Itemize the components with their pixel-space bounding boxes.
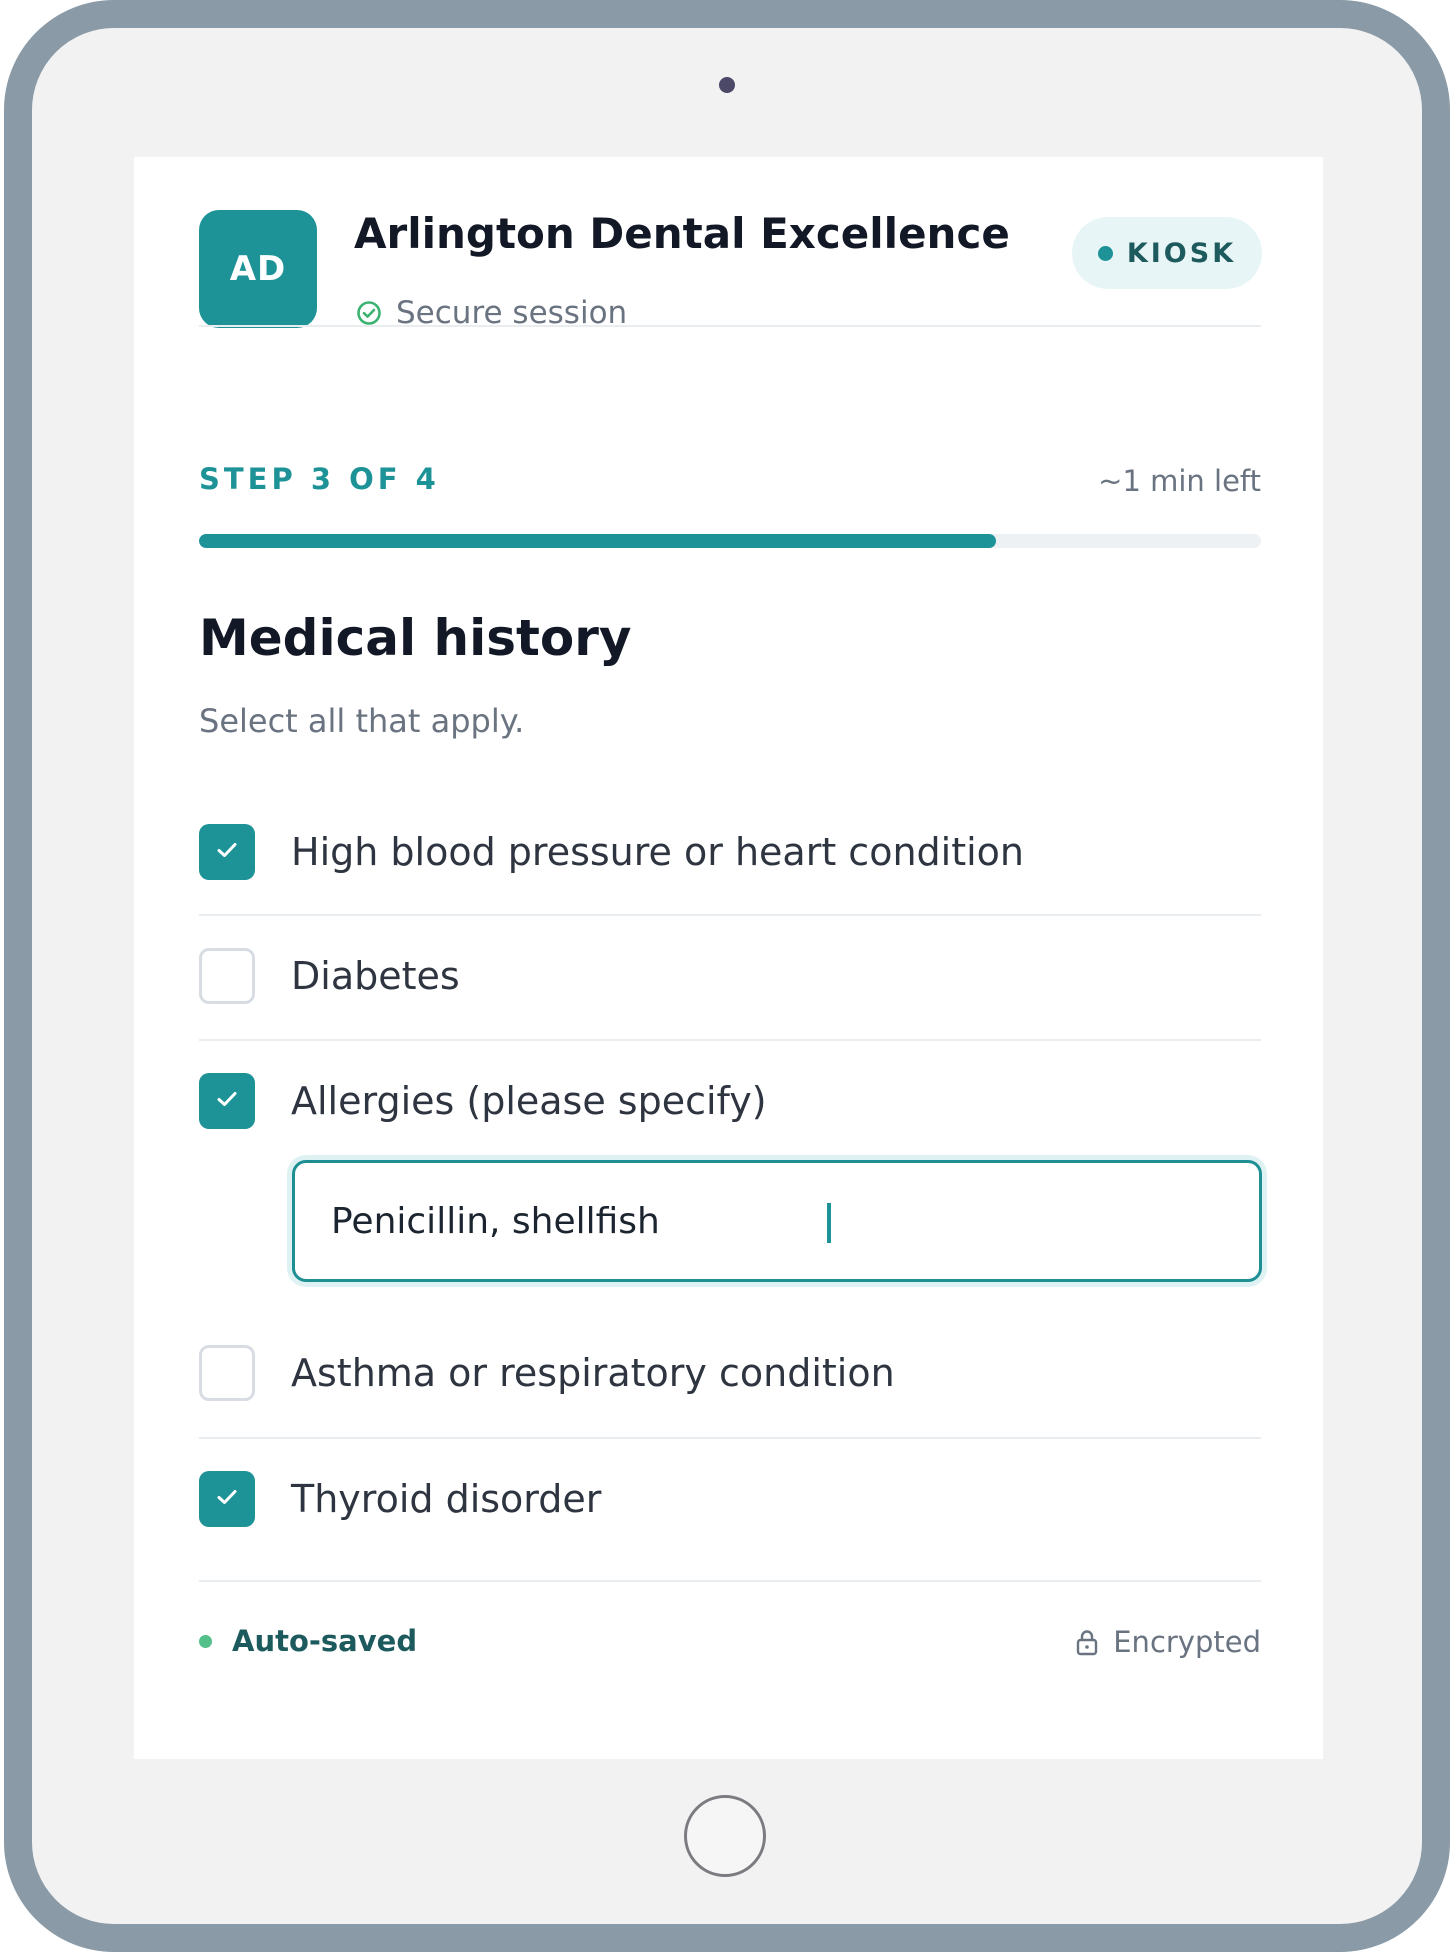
clinic-name: Arlington Dental Excellence xyxy=(354,209,1010,258)
option-allergies[interactable]: Allergies (please specify) xyxy=(199,1070,1261,1132)
kiosk-screen: AD Arlington Dental Excellence Secure se… xyxy=(134,157,1323,1759)
autosave-status: Auto-saved xyxy=(199,1624,417,1658)
home-button[interactable] xyxy=(684,1795,766,1877)
option-thyroid[interactable]: Thyroid disorder xyxy=(199,1468,1261,1530)
checkbox[interactable] xyxy=(199,948,255,1004)
checkbox[interactable] xyxy=(199,1073,255,1129)
option-diabetes[interactable]: Diabetes xyxy=(199,945,1261,1007)
checkmark-icon xyxy=(214,1088,240,1114)
option-label: High blood pressure or heart condition xyxy=(291,830,1025,874)
text-cursor xyxy=(827,1203,831,1243)
time-remaining: ~1 min left xyxy=(1098,464,1261,498)
logo-initials: AD xyxy=(229,249,287,289)
header-divider xyxy=(199,325,1261,327)
kiosk-label: KIOSK xyxy=(1126,237,1237,269)
allergy-details-input[interactable] xyxy=(295,1163,1259,1279)
kiosk-status-dot xyxy=(1097,245,1113,261)
option-label: Thyroid disorder xyxy=(291,1477,602,1521)
allergy-input-container xyxy=(292,1160,1262,1282)
option-asthma[interactable]: Asthma or respiratory condition xyxy=(199,1342,1261,1404)
checkmark-icon xyxy=(214,839,240,865)
progress-bar-fill xyxy=(199,534,996,548)
option-divider xyxy=(199,914,1261,916)
section-title: Medical history xyxy=(199,609,632,667)
encryption-label: Encrypted xyxy=(1113,1625,1261,1659)
option-label: Asthma or respiratory condition xyxy=(291,1351,895,1395)
option-divider xyxy=(199,1437,1261,1439)
option-high-blood-pressure[interactable]: High blood pressure or heart condition xyxy=(199,821,1261,883)
progress-bar xyxy=(199,534,1261,548)
lock-icon xyxy=(1075,1628,1099,1656)
check-circle-icon xyxy=(356,300,382,326)
encryption-status: Encrypted xyxy=(1075,1625,1261,1659)
section-subtitle: Select all that apply. xyxy=(199,702,525,740)
step-indicator: STEP 3 OF 4 xyxy=(199,462,440,496)
clinic-logo: AD xyxy=(199,210,317,328)
checkbox[interactable] xyxy=(199,1345,255,1401)
autosave-label: Auto-saved xyxy=(232,1624,418,1658)
checkbox[interactable] xyxy=(199,1471,255,1527)
kiosk-badge: KIOSK xyxy=(1072,217,1262,289)
autosave-dot xyxy=(199,1634,212,1648)
option-divider xyxy=(199,1039,1261,1041)
footer-divider xyxy=(199,1580,1261,1582)
checkbox[interactable] xyxy=(199,824,255,880)
checkmark-icon xyxy=(214,1486,240,1512)
option-label: Allergies (please specify) xyxy=(291,1079,767,1123)
camera-icon xyxy=(719,77,735,93)
option-label: Diabetes xyxy=(291,954,460,998)
